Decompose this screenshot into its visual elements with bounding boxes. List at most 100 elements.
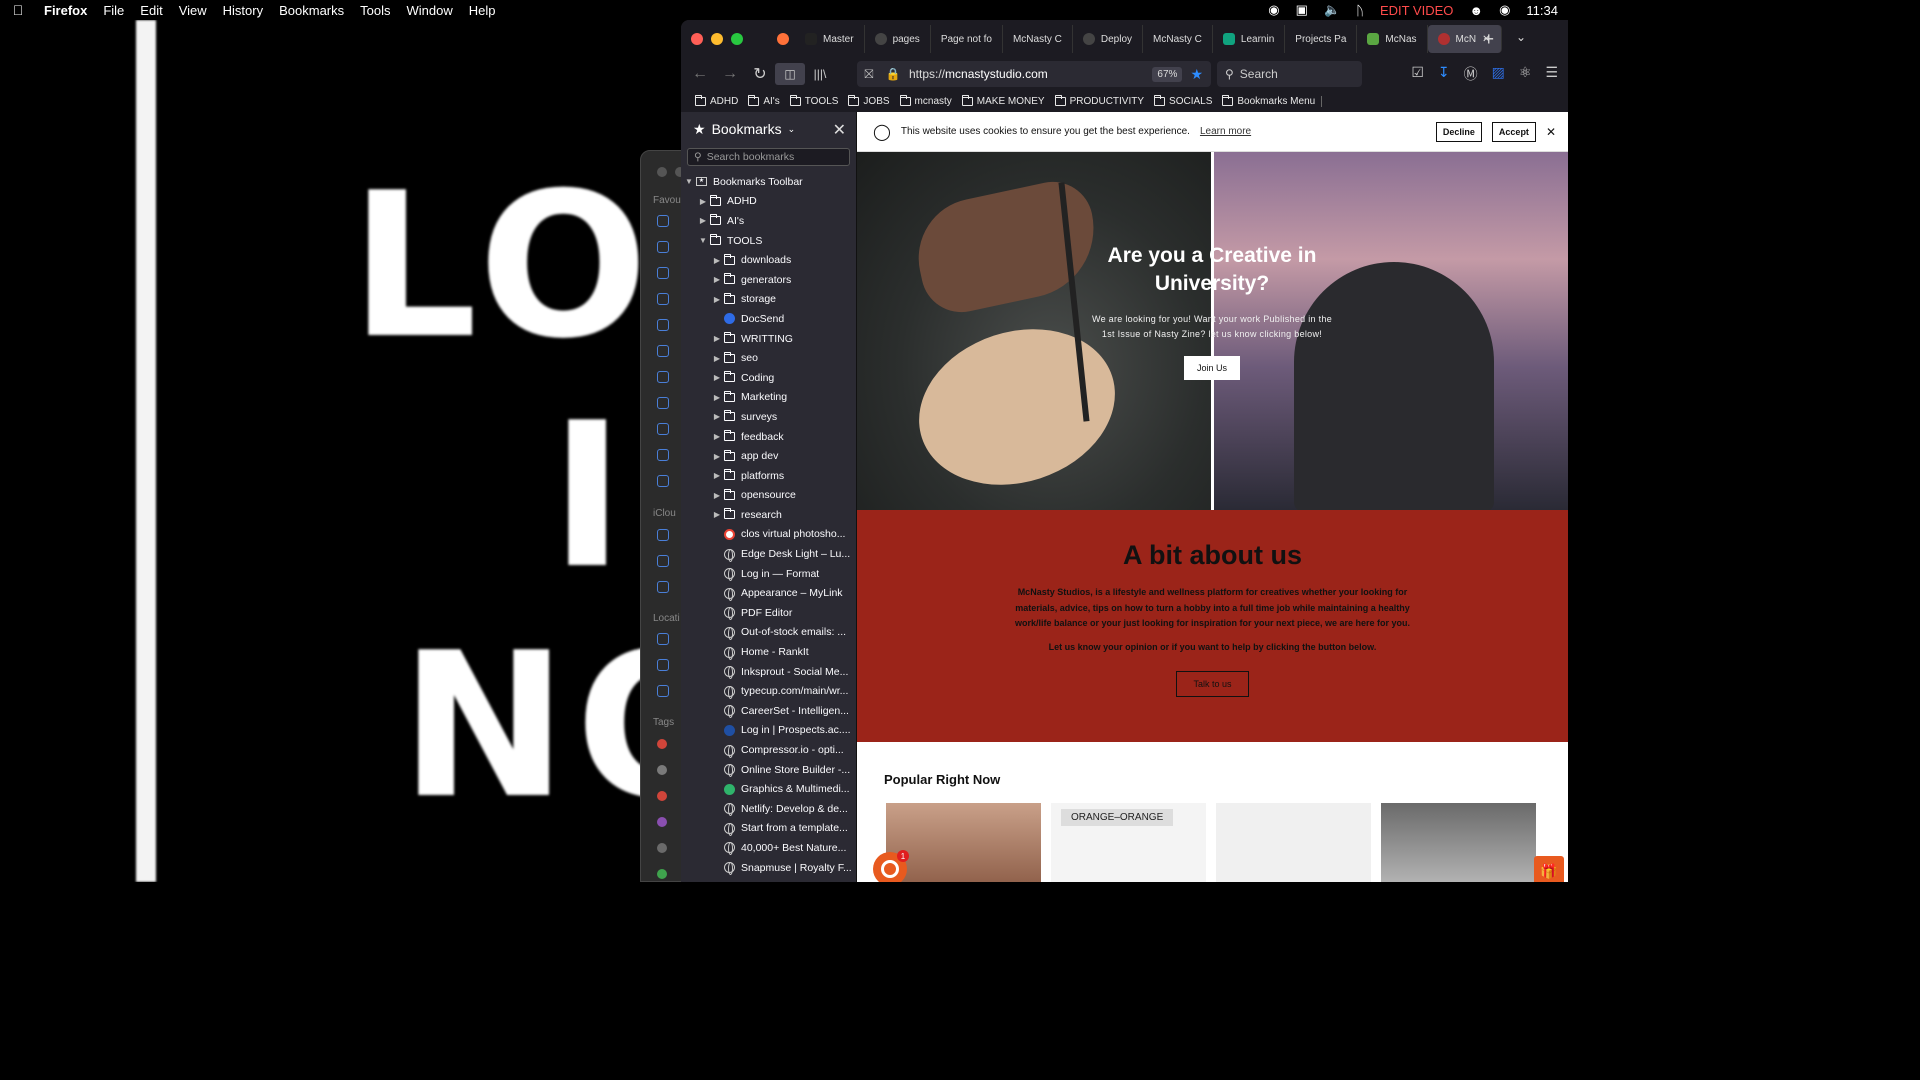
tree-bookmark[interactable]: Out-of-stock emails: ... [681, 623, 856, 643]
finder-tag-red[interactable] [657, 791, 667, 801]
bookmark-folder-socials[interactable]: SOCIALS [1150, 94, 1216, 107]
finder-folder-icon[interactable] [657, 659, 669, 671]
talk-to-us-button[interactable]: Talk to us [1176, 671, 1249, 697]
tree-bookmark[interactable]: Edge Desk Light – Lu... [681, 544, 856, 564]
collapsed-chevron-icon[interactable]: ▶ [711, 373, 723, 382]
tree-folder[interactable]: ▶ feedback [681, 427, 856, 447]
product-card[interactable] [886, 803, 1041, 882]
collapsed-chevron-icon[interactable]: ▶ [711, 334, 723, 343]
collapsed-chevron-icon[interactable]: ▶ [711, 491, 723, 500]
tab[interactable]: Projects Pa [1285, 25, 1358, 53]
finder-tag-green[interactable] [657, 869, 667, 879]
finder-folder-icon[interactable] [657, 319, 669, 331]
menu-view[interactable]: View [171, 3, 215, 18]
finder-folder-icon[interactable] [657, 475, 669, 487]
menu-edit[interactable]: Edit [132, 3, 170, 18]
finder-folder-icon[interactable] [657, 397, 669, 409]
tree-folder-adhd[interactable]: ▶ ADHD [681, 192, 856, 212]
bookmark-folder-ais[interactable]: AI's [744, 94, 783, 107]
library-icon[interactable]: |||\ [805, 67, 835, 81]
tree-bookmark[interactable]: Log in — Format [681, 564, 856, 584]
search-bookmarks-input[interactable]: ⚲ Search bookmarks [687, 148, 850, 166]
product-card[interactable] [1381, 803, 1536, 882]
tree-folder[interactable]: ▶ generators [681, 270, 856, 290]
finder-network-icon[interactable] [657, 685, 669, 697]
bitwarden-icon[interactable]: ▨ [1492, 64, 1505, 84]
close-cookie-banner-icon[interactable]: ✕ [1546, 125, 1556, 139]
finder-tag-gray[interactable] [657, 765, 667, 775]
finder-pictures-icon[interactable] [657, 449, 669, 461]
user-icon[interactable]: ☻ [1469, 3, 1483, 18]
tree-bookmark[interactable]: Compressor.io - opti... [681, 740, 856, 760]
sidebar-header[interactable]: ★ Bookmarks ⌄ ✕ [681, 112, 856, 146]
tree-bookmark[interactable]: typecup.com/main/wr... [681, 681, 856, 701]
url-text[interactable]: https://mcnastystudio.com [905, 67, 1152, 81]
bookmark-folder-mcnasty[interactable]: mcnasty [896, 94, 956, 107]
screen-record-icon[interactable]: ◉ [1268, 2, 1279, 18]
lock-icon[interactable]: 🔒 [881, 67, 905, 81]
tree-folder[interactable]: ▶ seo [681, 348, 856, 368]
decline-cookies-button[interactable]: Decline [1435, 121, 1482, 142]
expanded-chevron-icon[interactable]: ▼ [697, 236, 709, 245]
collapsed-chevron-icon[interactable]: ▶ [711, 275, 723, 284]
menu-history[interactable]: History [215, 3, 271, 18]
tab[interactable]: McNasty C [1143, 25, 1213, 53]
tree-folder-tools[interactable]: ▼ TOOLS [681, 231, 856, 251]
collapsed-chevron-icon[interactable]: ▶ [697, 216, 709, 225]
collapsed-chevron-icon[interactable]: ▶ [711, 393, 723, 402]
tree-folder[interactable]: ▶ Coding [681, 368, 856, 388]
forward-arrow-icon[interactable]: → [715, 65, 745, 83]
gift-icon[interactable]: 🎁 [1534, 856, 1564, 882]
tree-bookmark[interactable]: 40,000+ Best Nature... [681, 838, 856, 858]
bookmark-folder-jobs[interactable]: JOBS [844, 94, 893, 107]
learn-more-link[interactable]: Learn more [1200, 126, 1251, 137]
bookmark-folder-productivity[interactable]: PRODUCTIVITY [1051, 94, 1148, 107]
tree-item-bookmarks-toolbar[interactable]: ▼ ★ Bookmarks Toolbar [681, 172, 856, 192]
collapsed-chevron-icon[interactable]: ▶ [711, 354, 723, 363]
tree-folder[interactable]: ▶ surveys [681, 407, 856, 427]
collapsed-chevron-icon[interactable]: ▶ [711, 412, 723, 421]
join-us-button[interactable]: Join Us [1183, 356, 1240, 380]
minimize-window-button[interactable] [711, 33, 723, 45]
chat-widget-button[interactable]: 1 [873, 850, 909, 882]
tree-bookmark[interactable]: Snapmuse | Royalty F... [681, 858, 856, 878]
tab[interactable]: Learnin [1213, 25, 1286, 53]
finder-wifi-icon[interactable] [657, 293, 669, 305]
hamburger-menu-icon[interactable]: ☰ [1545, 64, 1558, 84]
finder-airdrop-icon[interactable] [657, 267, 669, 279]
extensions-icon[interactable]: ⚛ [1519, 64, 1532, 84]
tree-bookmark[interactable]: Home - RankIt [681, 642, 856, 662]
finder-icloud-drive-icon[interactable] [657, 529, 669, 541]
menubar-clock[interactable]: 11:34 [1526, 3, 1558, 18]
bookmark-star-icon[interactable]: ★ [1190, 66, 1203, 83]
volume-icon[interactable]: 🔈 [1324, 2, 1340, 18]
expanded-chevron-icon[interactable]: ▼ [683, 177, 695, 186]
collapsed-chevron-icon[interactable]: ▶ [711, 510, 723, 519]
menu-window[interactable]: Window [399, 3, 461, 18]
account-m-icon[interactable]: Ⓜ [1464, 64, 1478, 84]
display-icon[interactable]: ▣ [1296, 2, 1308, 18]
finder-documents-icon[interactable] [657, 555, 669, 567]
tree-bookmark[interactable]: PDF Editor [681, 603, 856, 623]
menu-tools[interactable]: Tools [352, 3, 398, 18]
bookmark-folder-make-money[interactable]: MAKE MONEY [958, 94, 1049, 107]
tree-bookmark[interactable]: Online Store Builder -... [681, 760, 856, 780]
collapsed-chevron-icon[interactable]: ▶ [697, 197, 709, 206]
tree-bookmark[interactable]: CareerSet - Intelligen... [681, 701, 856, 721]
finder-apps-icon[interactable] [657, 241, 669, 253]
collapsed-chevron-icon[interactable]: ▶ [711, 432, 723, 441]
accept-cookies-button[interactable]: Accept [1491, 121, 1536, 142]
back-arrow-icon[interactable]: ← [685, 65, 715, 83]
close-window-button[interactable] [691, 33, 703, 45]
tab[interactable]: McNasty C [1003, 25, 1073, 53]
tree-folder[interactable]: ▶ platforms [681, 466, 856, 486]
bookmark-folder-adhd[interactable]: ADHD [691, 94, 742, 107]
apple-menu-icon[interactable]:  [0, 2, 36, 18]
collapsed-chevron-icon[interactable]: ▶ [711, 295, 723, 304]
tree-bookmark[interactable]: clos virtual photosho... [681, 525, 856, 545]
tree-bookmark[interactable]: Inksprout - Social Me... [681, 662, 856, 682]
finder-tag-purple[interactable] [657, 817, 667, 827]
chevron-down-icon[interactable]: ⌄ [788, 124, 796, 135]
menu-app-firefox[interactable]: Firefox [36, 3, 95, 18]
collapsed-chevron-icon[interactable]: ▶ [711, 256, 723, 265]
